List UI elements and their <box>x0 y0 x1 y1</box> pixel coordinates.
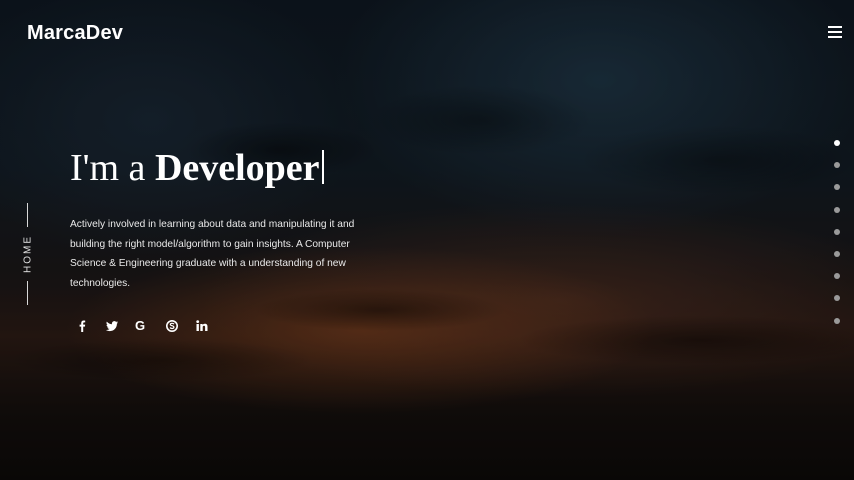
hero-description: Actively involved in learning about data… <box>70 219 355 289</box>
linkedin-icon <box>196 320 208 331</box>
section-dot[interactable] <box>834 273 840 280</box>
google-icon: G <box>135 318 146 333</box>
section-navigation-dots <box>834 140 840 340</box>
section-dot[interactable] <box>834 317 840 324</box>
section-dot[interactable] <box>834 250 840 257</box>
section-dot[interactable] <box>834 295 840 302</box>
google-link[interactable]: G <box>132 316 162 336</box>
side-section-indicator: HOME <box>18 203 38 305</box>
hero-intro: I'm a <box>70 147 146 189</box>
brand-logo[interactable]: MarcaDev <box>27 22 123 45</box>
hero-headline: I'm a Developer <box>70 146 324 190</box>
divider <box>27 281 28 305</box>
section-dot[interactable] <box>834 162 840 169</box>
typing-caret <box>321 150 324 184</box>
linkedin-link[interactable] <box>192 316 222 336</box>
section-dot[interactable] <box>834 140 840 146</box>
twitter-link[interactable] <box>102 316 132 336</box>
section-dot[interactable] <box>834 184 840 191</box>
twitter-icon <box>106 321 118 332</box>
divider <box>27 203 28 227</box>
section-label: HOME <box>22 235 34 273</box>
section-dot[interactable] <box>834 206 840 213</box>
facebook-icon <box>79 320 86 332</box>
social-links: G <box>72 316 222 336</box>
section-dot[interactable] <box>834 228 840 235</box>
hamburger-menu-icon[interactable] <box>828 26 842 38</box>
facebook-link[interactable] <box>72 316 102 336</box>
skype-icon <box>166 320 178 332</box>
hero-role: Developer <box>154 147 320 189</box>
skype-link[interactable] <box>162 316 192 336</box>
